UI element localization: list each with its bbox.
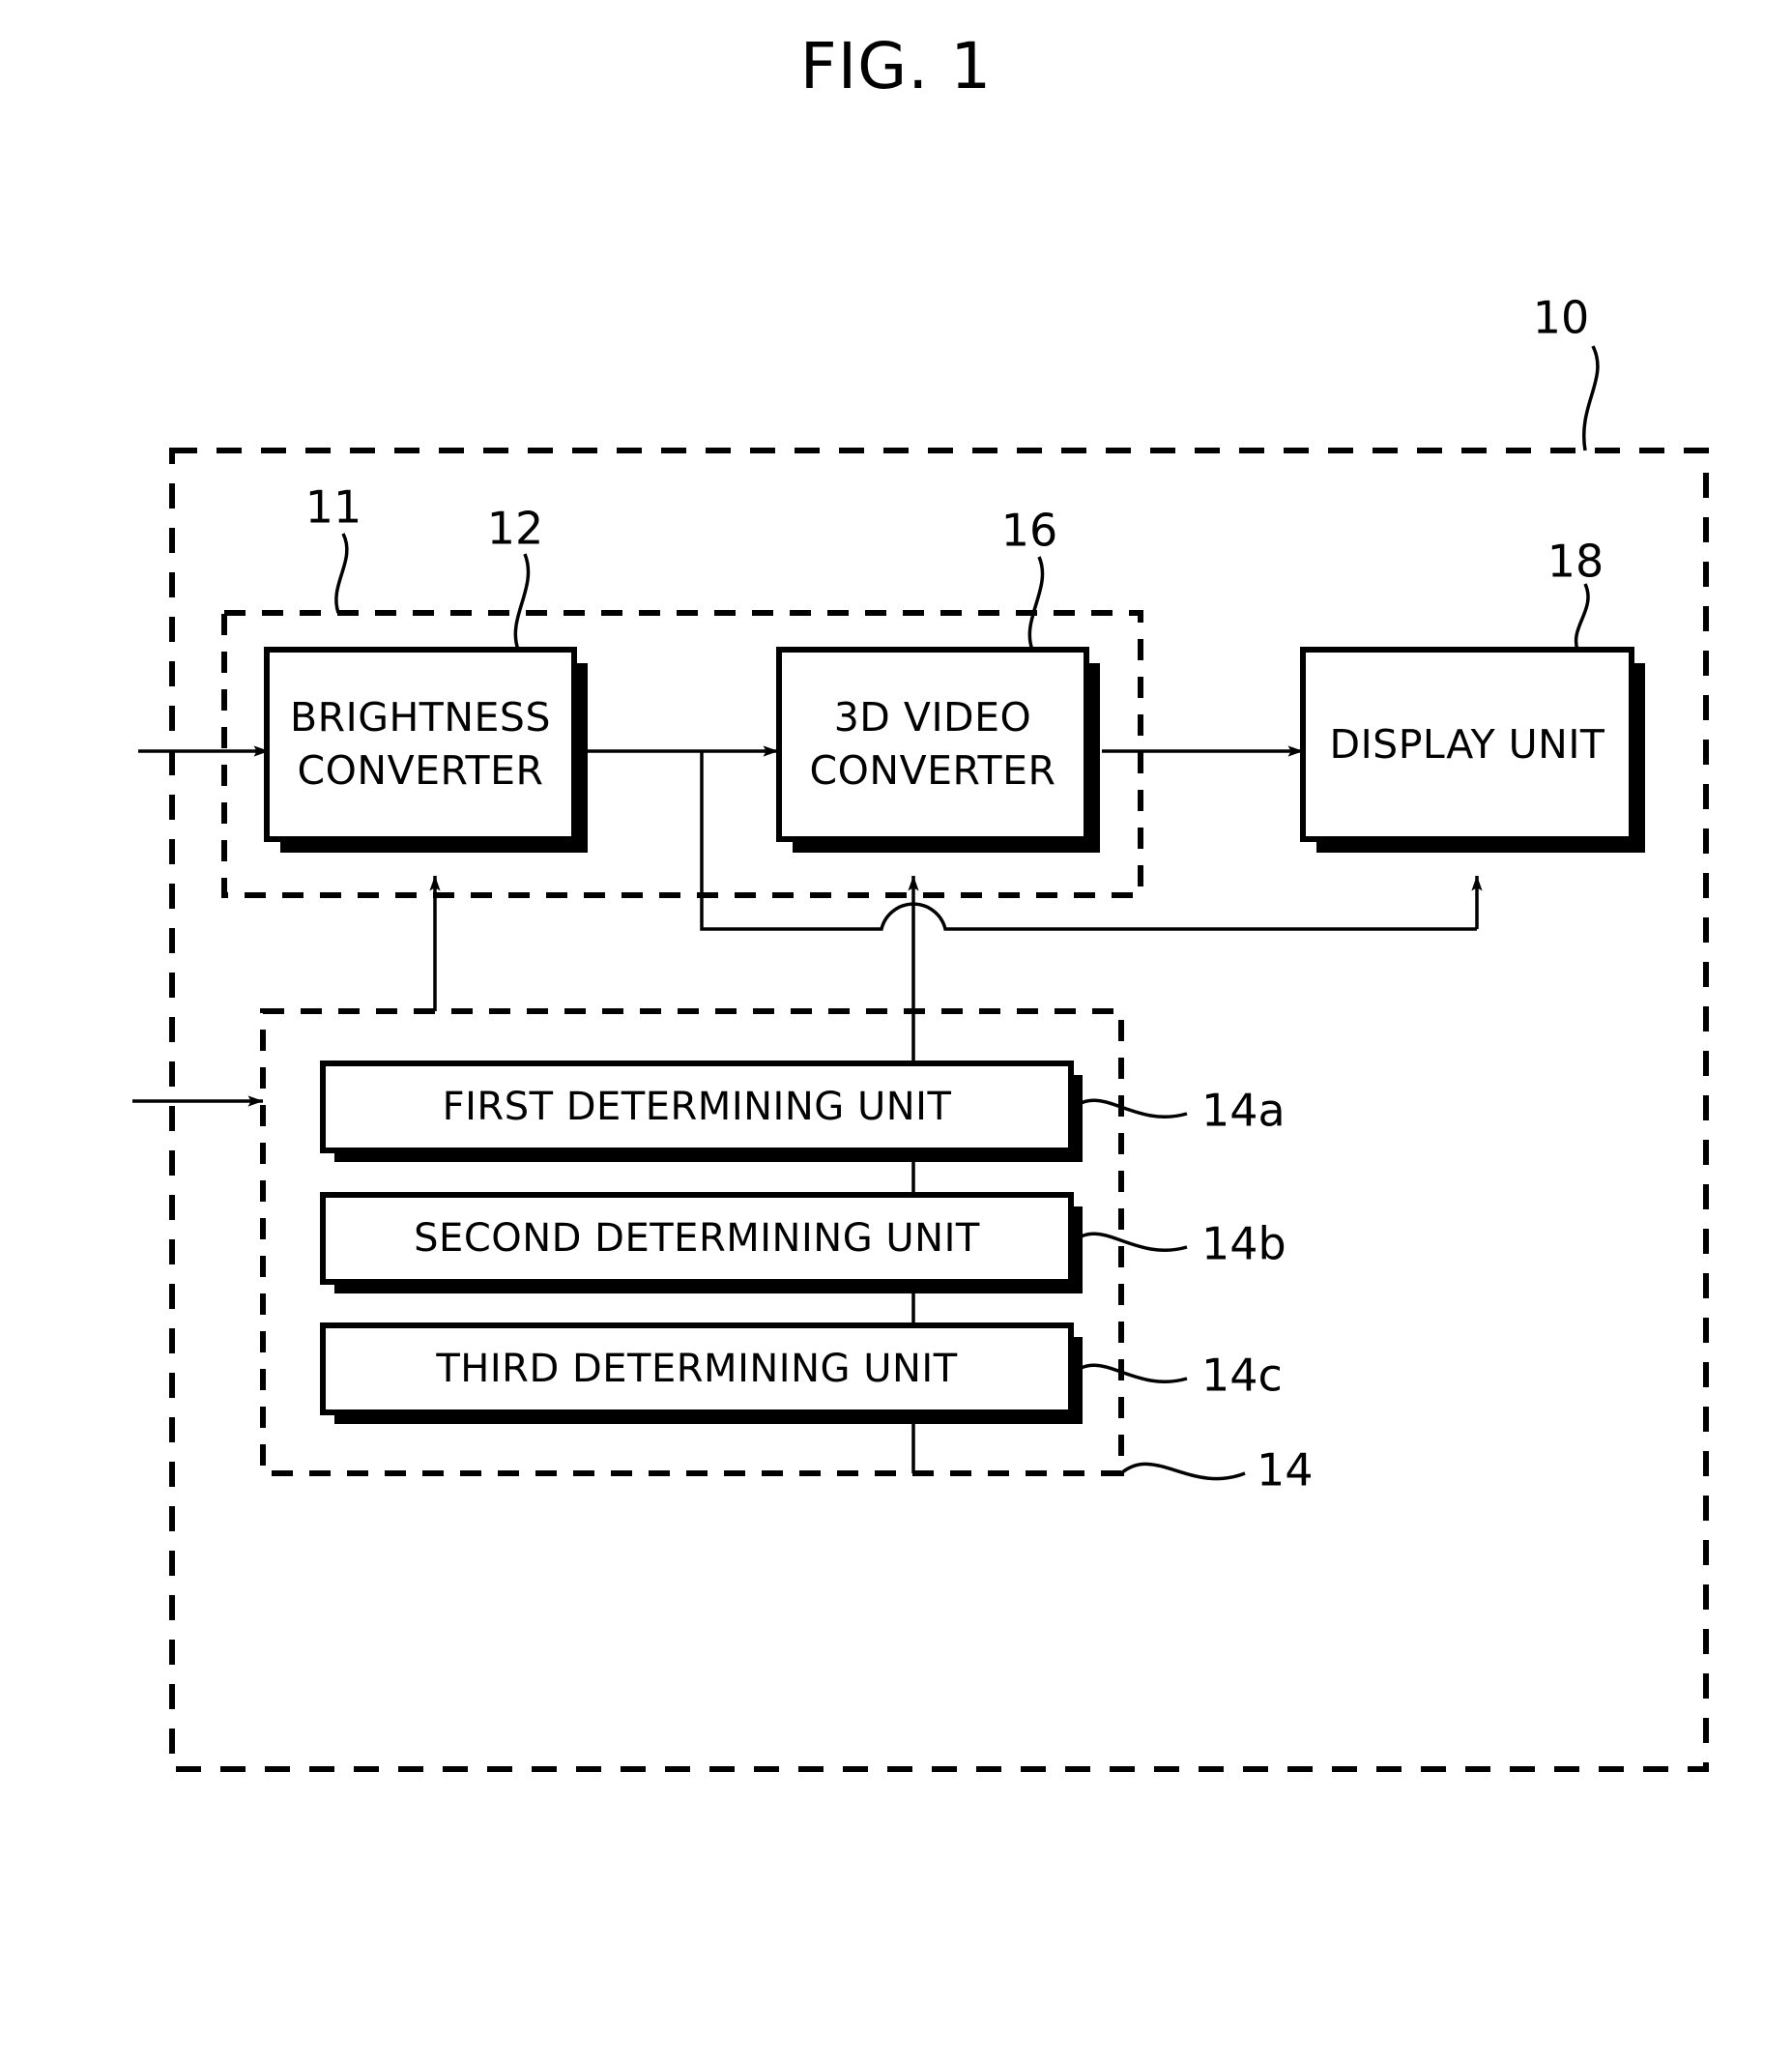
leader-line-14b — [1069, 1232, 1188, 1252]
third-determining-unit-label: THIRD DETERMINING UNIT — [435, 1347, 957, 1391]
brightness-converter-label-line1: BRIGHTNESS — [290, 694, 551, 741]
ref-numeral-14a: 14a — [1201, 1085, 1286, 1137]
ref-numeral-14b: 14b — [1201, 1218, 1286, 1270]
ref-numeral-10: 10 — [1533, 292, 1590, 344]
leader-line-14a — [1069, 1098, 1188, 1119]
ref-numeral-12: 12 — [487, 503, 544, 555]
ref-numeral-16: 16 — [1001, 505, 1058, 557]
video-converter-label-line2: CONVERTER — [810, 747, 1056, 794]
leader-line-16 — [1027, 556, 1045, 651]
second-determining-unit-label: SECOND DETERMINING UNIT — [414, 1216, 980, 1261]
first-determining-unit-label: FIRST DETERMINING UNIT — [443, 1085, 952, 1129]
brightness-converter-label-line2: CONVERTER — [298, 747, 544, 794]
ref-numeral-11: 11 — [305, 481, 362, 534]
leader-line-11 — [334, 533, 349, 614]
leader-line-14c — [1069, 1363, 1188, 1383]
video-converter-box[interactable] — [776, 647, 1089, 842]
brightness-converter-box[interactable] — [264, 647, 577, 842]
patent-figure: FIG. 1 BRIGHTNESS CONVERTER 3D VIDEO CON… — [0, 0, 1792, 2063]
ref-numeral-18: 18 — [1547, 536, 1604, 588]
block-diagram: BRIGHTNESS CONVERTER 3D VIDEO CONVERTER … — [132, 292, 1709, 1772]
leader-line-12 — [513, 553, 531, 651]
leader-line-18 — [1574, 583, 1590, 651]
ref-numeral-14c: 14c — [1201, 1350, 1283, 1402]
display-unit-label: DISPLAY UNIT — [1330, 721, 1605, 768]
video-converter-label-line1: 3D VIDEO — [834, 694, 1032, 741]
leader-line-14 — [1119, 1462, 1246, 1481]
leader-line-10 — [1582, 345, 1600, 451]
ref-numeral-14: 14 — [1257, 1444, 1314, 1496]
